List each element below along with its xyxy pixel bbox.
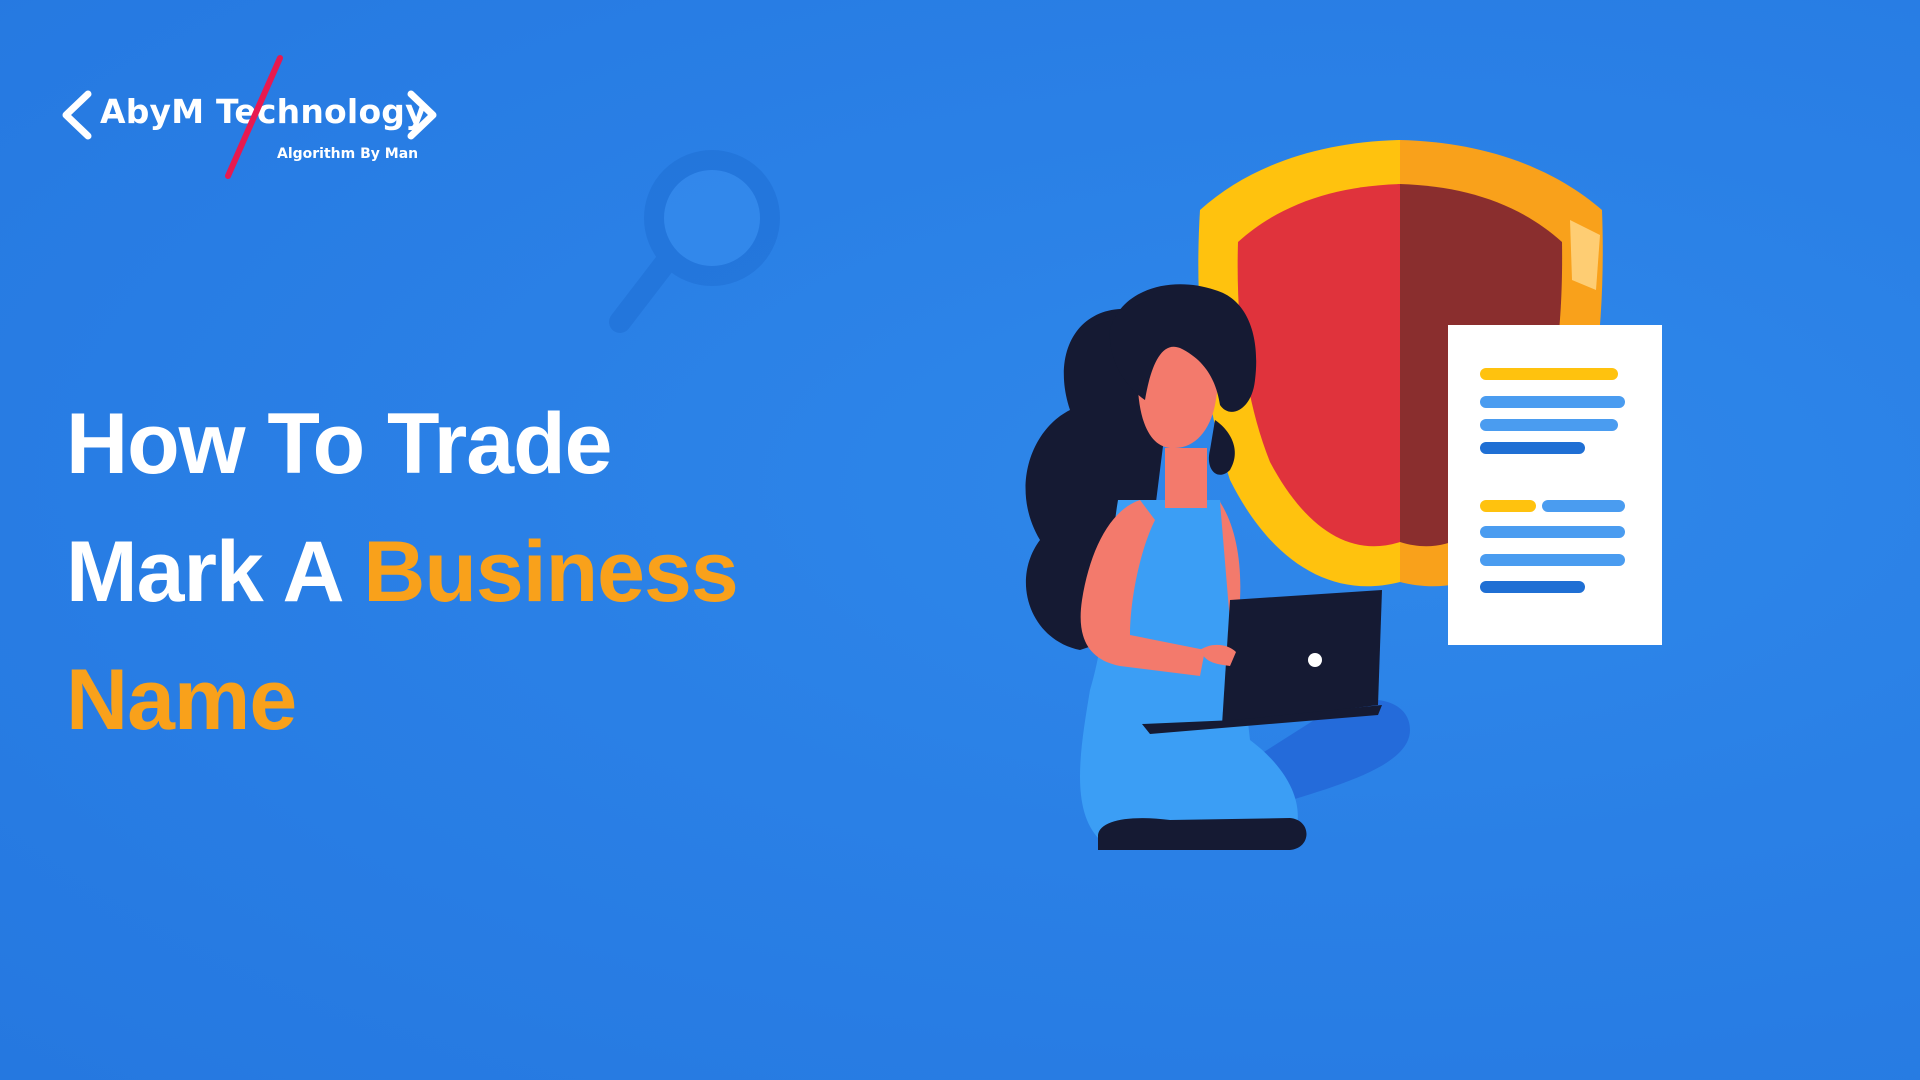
brand-logo: AbyM Technology Algorithm By Man [60,55,450,190]
magnifier-icon [609,150,780,333]
chevron-right-icon [407,90,437,140]
headline: How To Trade Mark A Business Name [66,380,739,764]
chevron-left-icon [62,90,92,140]
headline-line-2-plain: Mark A [66,524,364,620]
headline-line-2: Mark A Business [66,508,739,636]
brand-tagline: Algorithm By Man [277,146,419,162]
document-icon [1448,325,1662,645]
illustration [1025,140,1662,850]
headline-line-3: Name [66,652,297,748]
headline-line-2-accent: Business [363,524,738,620]
slide: AbyM Technology Algorithm By Man How To … [0,0,1920,1080]
headline-line-1: How To Trade [66,396,612,492]
slash-icon [225,55,283,179]
